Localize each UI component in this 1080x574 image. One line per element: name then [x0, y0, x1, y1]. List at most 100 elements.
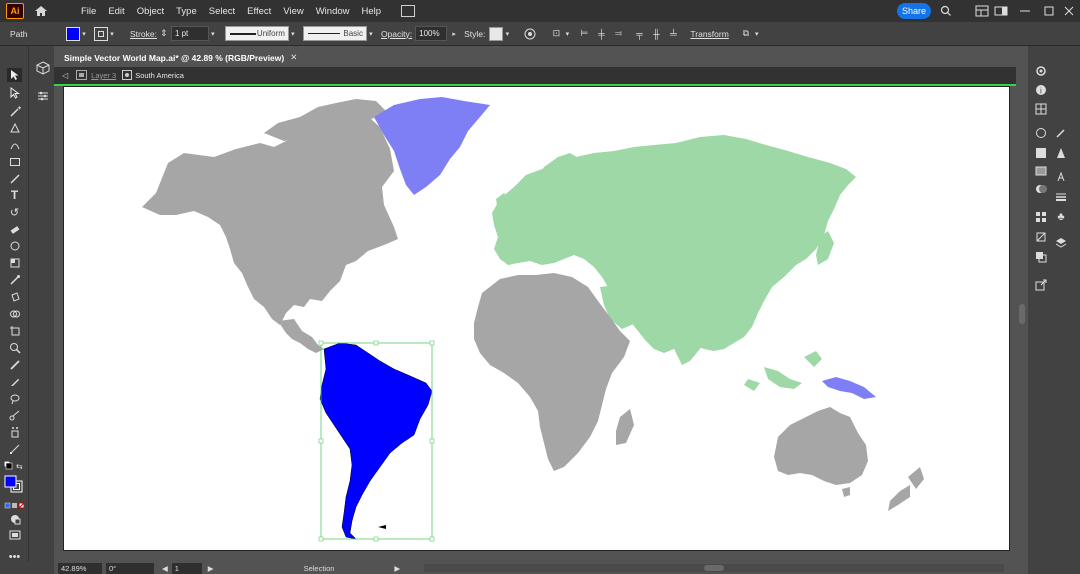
symbol-sprayer-icon[interactable]: [7, 425, 22, 439]
color-icon[interactable]: [1034, 126, 1048, 140]
menu-edit[interactable]: Edit: [102, 6, 130, 17]
3d-panel-icon[interactable]: [35, 60, 51, 76]
zoom-tool-icon[interactable]: [7, 341, 22, 355]
stroke-label[interactable]: Stroke:: [130, 29, 157, 39]
south-america[interactable]: [319, 342, 433, 540]
stroke-stepper-icon[interactable]: ⇕: [157, 28, 171, 40]
type-tool-icon[interactable]: T: [7, 188, 22, 202]
transform-link[interactable]: Transform: [690, 29, 728, 39]
align-top-icon[interactable]: ╤: [632, 28, 646, 40]
info-icon[interactable]: i: [1034, 83, 1048, 97]
arrange-documents-icon[interactable]: [401, 5, 416, 17]
menu-object[interactable]: Object: [131, 6, 170, 17]
warp-tool-icon[interactable]: [7, 239, 22, 253]
opacity-dropdown-icon[interactable]: ▸: [450, 30, 458, 38]
align-panel-icon[interactable]: [1034, 210, 1048, 224]
close-tab-icon[interactable]: ✕: [290, 52, 297, 63]
horizontal-scrollbar[interactable]: [424, 564, 1004, 572]
curvature-tool-icon[interactable]: [7, 138, 22, 152]
search-icon[interactable]: [939, 5, 953, 17]
align-left-icon[interactable]: ⊨: [577, 28, 591, 40]
opacity-field[interactable]: 100%: [415, 26, 448, 41]
properties-icon[interactable]: [1034, 64, 1048, 78]
align-bottom-icon[interactable]: ╧: [666, 28, 680, 40]
menu-file[interactable]: File: [75, 6, 102, 17]
artboard[interactable]: [63, 86, 1010, 551]
status-menu-icon[interactable]: ▶: [394, 564, 400, 573]
align-right-icon[interactable]: ⫤: [611, 28, 625, 40]
falkland-islands[interactable]: [378, 525, 386, 529]
export-icon[interactable]: [1034, 278, 1048, 292]
close-icon[interactable]: [1062, 5, 1076, 17]
rectangle-tool-icon[interactable]: [7, 155, 22, 169]
breadcrumb-layer[interactable]: Layer 3: [91, 71, 116, 80]
indian-subcontinent[interactable]: [670, 313, 708, 365]
align-to-dropdown-icon[interactable]: ▾: [563, 30, 571, 38]
blob-brush-tool-icon[interactable]: [7, 375, 22, 389]
maximize-icon[interactable]: [1042, 5, 1056, 17]
layers-icon[interactable]: [1054, 236, 1068, 250]
profile-dropdown-icon[interactable]: ▾: [289, 30, 297, 38]
pathfinder-icon[interactable]: [1034, 250, 1048, 264]
menu-window[interactable]: Window: [310, 6, 356, 17]
swatches-icon[interactable]: [1034, 102, 1048, 116]
magic-wand-tool-icon[interactable]: ✦: [7, 104, 22, 118]
color-guide-icon[interactable]: [1034, 146, 1048, 160]
selection-tool-icon[interactable]: [7, 68, 22, 82]
eyedropper-tool-icon[interactable]: [7, 273, 22, 287]
back-arrow-icon[interactable]: ◁: [62, 71, 68, 80]
central-america[interactable]: [278, 319, 324, 353]
color-mode-icons[interactable]: [4, 499, 24, 513]
workspace-icon[interactable]: [994, 5, 1008, 17]
fill-dropdown-icon[interactable]: ▾: [80, 30, 88, 38]
artboard-number-field[interactable]: 1: [171, 562, 202, 574]
stroke-dropdown-icon[interactable]: ▾: [108, 30, 116, 38]
horizontal-scroll-thumb[interactable]: [704, 565, 724, 571]
australia[interactable]: [774, 407, 868, 485]
greenland[interactable]: [374, 97, 490, 195]
graphic-style-swatch[interactable]: [489, 26, 504, 41]
brushes-icon[interactable]: [1054, 126, 1068, 140]
stroke-panel-icon[interactable]: [1054, 190, 1068, 204]
menu-view[interactable]: View: [277, 6, 309, 17]
menu-effect[interactable]: Effect: [241, 6, 277, 17]
brush-dropdown-icon[interactable]: ▾: [367, 30, 375, 38]
more-options-dropdown-icon[interactable]: ▾: [753, 30, 761, 38]
recolor-artwork-icon[interactable]: [523, 28, 537, 40]
default-colors-icon[interactable]: ⇆: [4, 459, 24, 473]
stroke-swatch[interactable]: [94, 26, 108, 41]
live-paint-bucket-icon[interactable]: [7, 290, 22, 304]
properties-panel-icon[interactable]: [35, 88, 51, 104]
home-icon[interactable]: [33, 4, 49, 18]
workspace-switcher-icon[interactable]: [975, 5, 989, 17]
transparency-icon[interactable]: [1034, 182, 1048, 196]
scissors-tool-icon[interactable]: [7, 408, 22, 422]
rotate-tool-icon[interactable]: ↺: [7, 205, 22, 219]
southeast-asia-islands[interactable]: [744, 351, 822, 391]
transform-panel-icon[interactable]: [1034, 230, 1048, 244]
minimize-icon[interactable]: [1018, 5, 1032, 17]
new-zealand[interactable]: [888, 467, 924, 511]
style-dropdown-icon[interactable]: ▾: [503, 30, 511, 38]
eraser-tool-icon[interactable]: [7, 222, 22, 236]
align-middle-icon[interactable]: ╫: [649, 28, 663, 40]
fill-swatch[interactable]: [66, 26, 80, 41]
isolate-icon[interactable]: ⧉: [739, 28, 753, 40]
opacity-label[interactable]: Opacity:: [381, 29, 412, 39]
brush-definition[interactable]: Basic: [302, 26, 367, 41]
free-transform-tool-icon[interactable]: [7, 256, 22, 270]
fill-stroke-indicator[interactable]: [4, 475, 24, 493]
gradient-panel-icon[interactable]: [1034, 164, 1048, 178]
tasmania[interactable]: [842, 487, 850, 497]
lasso-tool-icon[interactable]: [7, 392, 22, 406]
drawing-modes-icon[interactable]: [7, 512, 22, 526]
paintbrush-tool-icon[interactable]: [7, 172, 22, 186]
north-america[interactable]: [142, 113, 398, 325]
next-artboard-icon[interactable]: ▶: [208, 564, 214, 573]
brush-library-icon[interactable]: [1054, 146, 1068, 160]
variable-width-profile[interactable]: Uniform: [224, 26, 289, 41]
vertical-scrollbar[interactable]: [1016, 46, 1028, 574]
club-symbol-icon[interactable]: ♣: [1054, 210, 1068, 224]
artboard-tool-icon[interactable]: [7, 324, 22, 338]
document-tab[interactable]: Simple Vector World Map.ai* @ 42.89 % (R…: [59, 49, 306, 66]
